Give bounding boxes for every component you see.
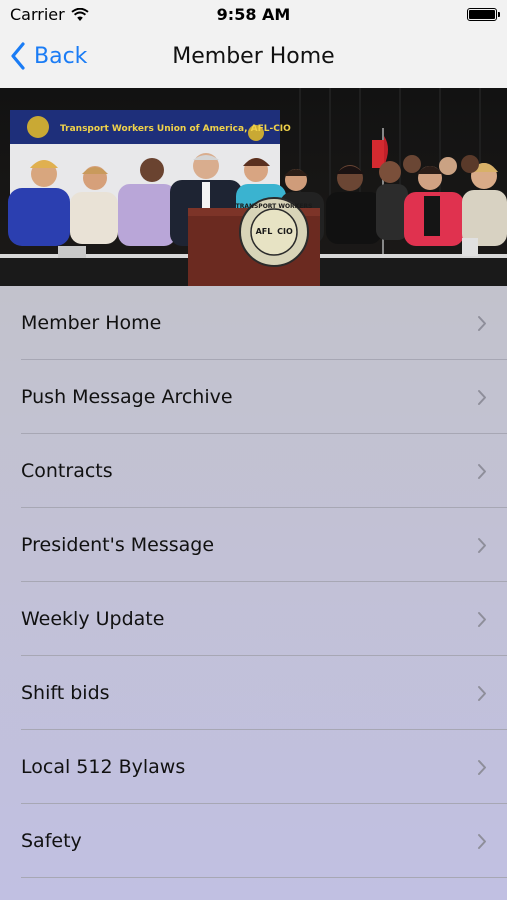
menu-list: Member Home Push Message Archive Contrac…	[0, 286, 507, 900]
chevron-right-icon	[478, 538, 486, 553]
menu-item-label: Weekly Update	[21, 608, 165, 630]
status-bar: Carrier 9:58 AM	[0, 0, 507, 30]
menu-item-label: Safety	[21, 830, 82, 852]
chevron-right-icon	[478, 464, 486, 479]
menu-item-contracts[interactable]: Contracts	[0, 434, 507, 508]
chevron-left-icon	[11, 42, 25, 70]
menu-item-label: Shift bids	[21, 682, 110, 704]
menu-item-presidents-message[interactable]: President's Message	[0, 508, 507, 582]
chevron-right-icon	[478, 686, 486, 701]
menu-item-member-home[interactable]: Member Home	[0, 286, 507, 360]
seal-text: TRANSPORT WORKERS	[236, 203, 313, 210]
chevron-right-icon	[478, 612, 486, 627]
banner-org-text: Transport Workers Union of America, AFL-…	[60, 124, 291, 134]
navigation-bar: Back Member Home	[0, 30, 507, 88]
chevron-right-icon	[478, 316, 486, 331]
menu-item-safety[interactable]: Safety	[0, 804, 507, 878]
back-button[interactable]: Back	[10, 42, 87, 70]
menu-item-shift-bids[interactable]: Shift bids	[0, 656, 507, 730]
menu-item-label: Push Message Archive	[21, 386, 233, 408]
chevron-right-icon	[478, 390, 486, 405]
menu-item-push-message-archive[interactable]: Push Message Archive	[0, 360, 507, 434]
menu-item-local-512-bylaws[interactable]: Local 512 Bylaws	[0, 730, 507, 804]
banner-photo-image: Transport Workers Union of America, AFL-…	[0, 88, 507, 286]
battery-icon	[467, 8, 500, 21]
chevron-right-icon	[478, 834, 486, 849]
menu-item-weekly-update[interactable]: Weekly Update	[0, 582, 507, 656]
banner-photo: Transport Workers Union of America, AFL-…	[0, 88, 507, 286]
chevron-right-icon	[478, 760, 486, 775]
menu-item-label: Contracts	[21, 460, 113, 482]
menu-item-label: Local 512 Bylaws	[21, 756, 186, 778]
back-label: Back	[34, 43, 88, 69]
menu-item-label: President's Message	[21, 534, 215, 556]
menu-item-label: Member Home	[21, 312, 162, 334]
status-time: 9:58 AM	[216, 5, 291, 24]
seal-afl: AFL	[256, 227, 273, 236]
seal-cio: CIO	[277, 227, 293, 236]
